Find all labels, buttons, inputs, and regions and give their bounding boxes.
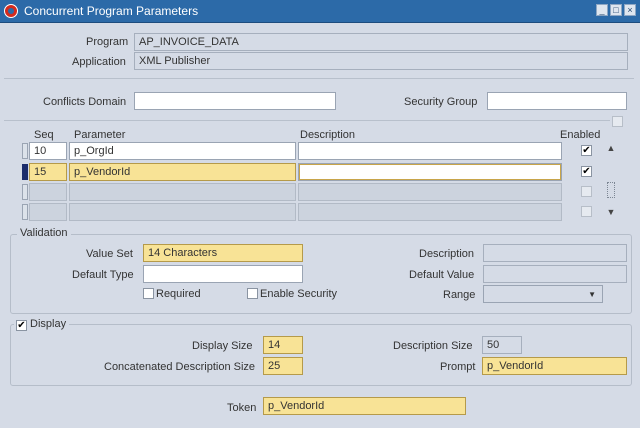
parameter-cell[interactable] [69, 183, 296, 201]
description-size-label: Description Size [393, 340, 473, 352]
enabled-checkbox[interactable]: ✔ [581, 166, 592, 177]
display-size-label: Display Size [192, 340, 253, 352]
scroll-up-icon[interactable]: ▲ [604, 142, 618, 154]
row-selector-current[interactable] [22, 164, 28, 180]
required-label: Required [156, 288, 201, 300]
minimize-icon[interactable]: _ [596, 4, 608, 16]
enable-security-label: Enable Security [260, 288, 338, 300]
description-cell[interactable] [298, 183, 562, 201]
maximize-icon[interactable]: □ [610, 4, 622, 16]
display-legend: Display [30, 318, 67, 330]
prompt-field[interactable]: p_VendorId [482, 357, 627, 375]
prompt-label: Prompt [440, 361, 476, 373]
scroll-thumb[interactable] [607, 182, 615, 198]
row-selector[interactable] [22, 143, 28, 159]
default-type-field[interactable] [143, 265, 303, 283]
enabled-column-header: Enabled [560, 129, 601, 141]
enable-security-checkbox[interactable] [247, 288, 258, 299]
vs-description-label: Description [419, 248, 475, 260]
description-cell[interactable] [298, 203, 562, 221]
description-cell[interactable] [298, 163, 562, 181]
concat-size-label: Concatenated Description Size [104, 361, 256, 373]
seq-cell[interactable]: 15 [29, 163, 67, 181]
token-label: Token [227, 402, 257, 414]
enabled-checkbox[interactable] [581, 206, 592, 217]
value-set-field[interactable]: 14 Characters [143, 244, 303, 262]
parameter-cell[interactable]: p_OrgId [69, 142, 296, 160]
conflicts-domain-field[interactable] [134, 92, 336, 110]
oracle-logo-icon [4, 4, 18, 18]
description-column-header: Description [300, 129, 356, 141]
display-size-field[interactable]: 14 [263, 336, 303, 354]
enabled-checkbox[interactable]: ✔ [581, 145, 592, 156]
row-selector[interactable] [22, 204, 28, 220]
value-set-label: Value Set [86, 248, 133, 260]
application-label: Application [72, 56, 126, 68]
program-field[interactable]: AP_INVOICE_DATA [134, 33, 628, 51]
range-label: Range [443, 289, 476, 301]
conflicts-domain-label: Conflicts Domain [43, 96, 127, 108]
header-divider [4, 78, 634, 79]
parameter-cell[interactable]: p_VendorId [69, 163, 296, 181]
program-label: Program [86, 36, 129, 48]
security-group-label: Security Group [404, 96, 478, 108]
description-size-field[interactable]: 50 [482, 336, 522, 354]
parameter-column-header: Parameter [74, 129, 126, 141]
section-divider [4, 120, 610, 121]
seq-column-header: Seq [34, 129, 54, 141]
window-titlebar: Concurrent Program Parameters _ □ × [0, 0, 640, 23]
validation-legend: Validation [17, 227, 71, 239]
enabled-checkbox[interactable] [581, 186, 592, 197]
chevron-down-icon: ▼ [588, 290, 596, 299]
seq-cell[interactable] [29, 183, 67, 201]
concat-size-field[interactable]: 25 [263, 357, 303, 375]
application-field[interactable]: XML Publisher [134, 52, 628, 70]
parameter-cell[interactable] [69, 203, 296, 221]
layout-toggle-checkbox[interactable] [612, 116, 623, 127]
required-checkbox[interactable] [143, 288, 154, 299]
default-type-label: Default Type [72, 269, 134, 281]
row-selector[interactable] [22, 184, 28, 200]
display-legend-wrap: ✔ Display [14, 318, 70, 331]
description-cell[interactable] [298, 142, 562, 160]
token-field[interactable]: p_VendorId [263, 397, 466, 415]
security-group-field[interactable] [487, 92, 627, 110]
default-value-field[interactable] [483, 265, 627, 283]
grid-scrollbar[interactable]: ▲ ▼ [604, 142, 618, 218]
seq-cell[interactable] [29, 203, 67, 221]
range-select[interactable]: ▼ [483, 285, 603, 303]
default-value-label: Default Value [409, 269, 475, 281]
window-title: Concurrent Program Parameters [24, 4, 199, 18]
display-panel [10, 324, 632, 386]
close-icon[interactable]: × [624, 4, 636, 16]
scroll-down-icon[interactable]: ▼ [604, 206, 618, 218]
seq-cell[interactable]: 10 [29, 142, 67, 160]
display-checkbox[interactable]: ✔ [16, 320, 27, 331]
vs-description-field[interactable] [483, 244, 627, 262]
